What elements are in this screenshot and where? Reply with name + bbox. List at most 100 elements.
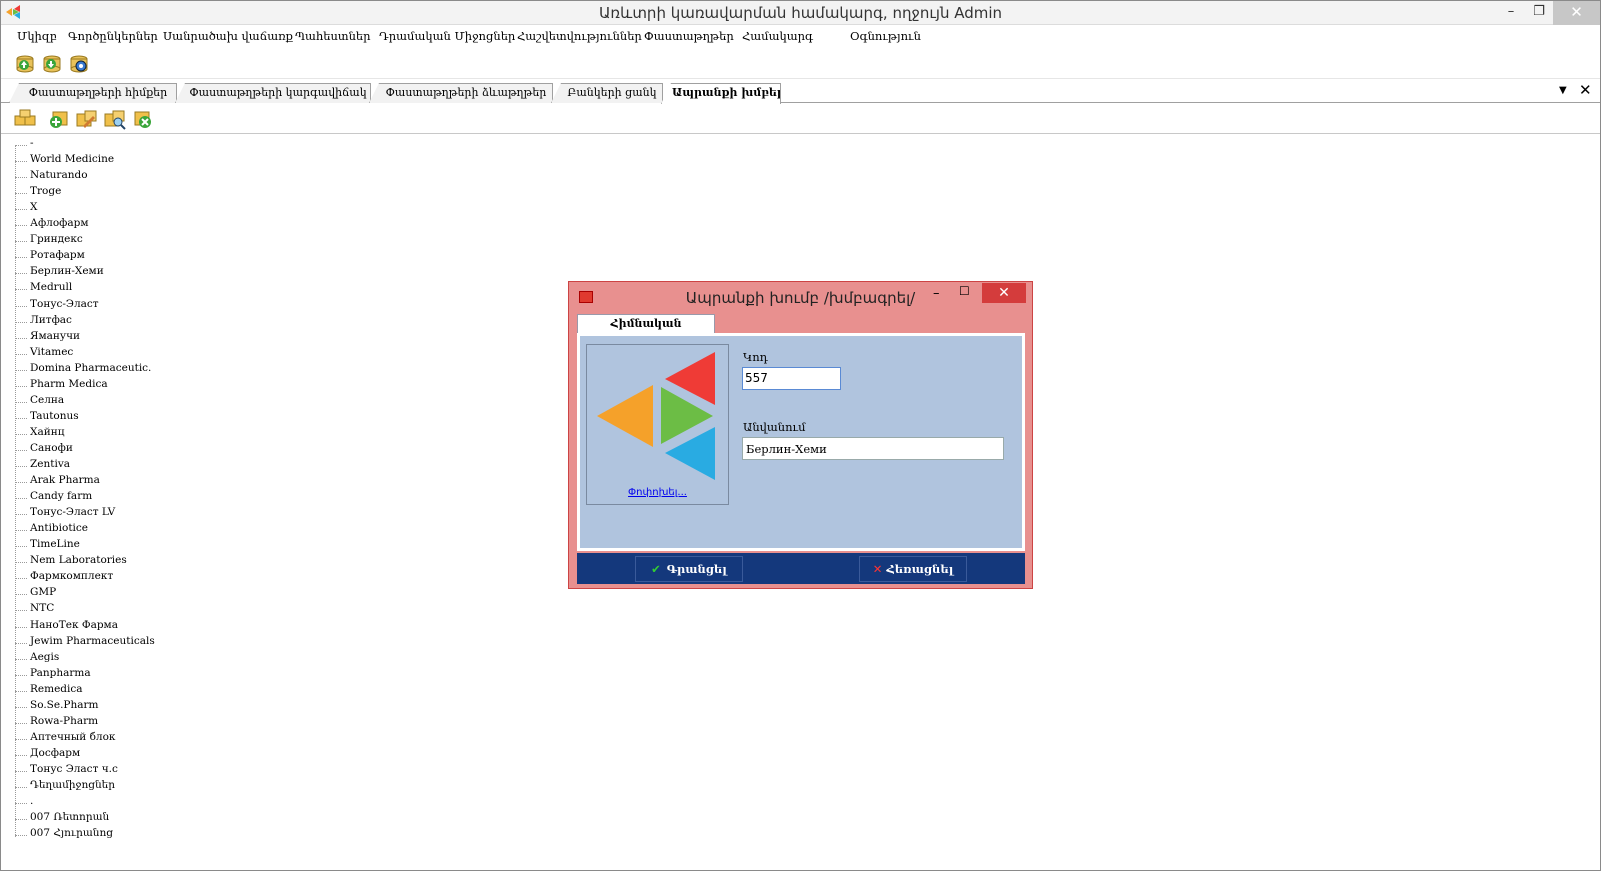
dialog-minimize-button[interactable]: – — [933, 286, 940, 301]
tree-connector — [15, 835, 27, 837]
tree-item-label: Aegis — [30, 650, 60, 663]
dialog-panel: Փոփոխել... Կոդ 557 Անվանում Берлин-Хеми — [577, 333, 1025, 551]
tab-document-bases[interactable]: Փաստաթղթերի հիմքեր — [9, 83, 177, 103]
menu-bar: Մկիզբ Գործընկերներ Սանրածախ վաճառք Պահես… — [1, 25, 1600, 47]
tree-connector — [15, 594, 27, 596]
name-label: Անվանում — [743, 420, 806, 434]
tree-item-label: Vitamec — [30, 345, 74, 358]
tree-connector — [15, 353, 27, 355]
tree-connector — [15, 241, 27, 243]
app-window: Առևտրի կառավարման համակարգ, ողջույն Admi… — [0, 0, 1601, 871]
close-button[interactable]: ✕ — [1553, 1, 1600, 25]
tab-dropdown-icon[interactable]: ▼ — [1559, 85, 1567, 96]
tree-connector — [15, 273, 27, 275]
tree-item-label: Санофи — [30, 441, 73, 454]
tree-item-label: Фармкомплект — [30, 570, 114, 583]
tree-connector — [15, 161, 27, 163]
group-toolbar — [1, 104, 1600, 134]
dialog-maximize-button[interactable]: ☐ — [959, 284, 970, 298]
group-logo-image — [597, 352, 715, 480]
tree-item-label: Troge — [30, 185, 62, 198]
tab-product-groups[interactable]: Ապրանքի խմբեր — [661, 83, 781, 104]
dialog-close-button[interactable]: ✕ — [982, 283, 1026, 303]
tree-item-label: Тонус-Эласт LV — [30, 506, 116, 519]
tree-item-label: Jewim Pharmaceuticals — [30, 634, 155, 647]
tree-item-label: 007 Ռետորան — [30, 811, 110, 824]
tree-item-label: Хайнц — [30, 425, 65, 438]
tree-item-label: Naturando — [30, 169, 88, 182]
tree-item-label: Arak Pharma — [30, 474, 100, 487]
tab-bank-list[interactable]: Բանկերի ցանկ — [551, 83, 663, 103]
maximize-button[interactable]: ❐ — [1525, 1, 1553, 25]
tree-connector — [15, 530, 27, 532]
tree-connector — [15, 369, 27, 371]
title-bar: Առևտրի կառավարման համակարգ, ողջույն Admi… — [1, 1, 1600, 25]
name-input[interactable]: Берлин-Хеми — [742, 437, 1004, 460]
menu-reports[interactable]: Հաշվետվություններ — [517, 29, 642, 43]
tree-connector — [15, 674, 27, 676]
tree-item-label: Candy farm — [30, 490, 93, 503]
tab-close-icon[interactable]: ✕ — [1579, 81, 1592, 99]
menu-help[interactable]: Օգնություն — [850, 29, 921, 43]
tree-connector — [15, 546, 27, 548]
search-icon[interactable] — [103, 108, 127, 130]
tree-connector — [15, 177, 27, 179]
menu-start[interactable]: Մկիզբ — [17, 29, 57, 43]
tree-item-label: 007 Հյուրանոց — [30, 827, 114, 840]
tree-connector — [15, 466, 27, 467]
tree-item-label: Селна — [30, 393, 65, 406]
tree-item-label: Zentiva — [30, 458, 71, 470]
tree-item-label: Гриндекс — [30, 233, 83, 246]
code-input[interactable]: 557 — [742, 367, 841, 390]
tree-item-label: Досфарм — [30, 746, 81, 759]
add-icon[interactable] — [47, 108, 71, 130]
edit-icon[interactable] — [75, 108, 99, 130]
delete-icon[interactable] — [131, 108, 155, 130]
cancel-button[interactable]: ✕ Հեռացնել — [859, 556, 967, 582]
tree-connector — [15, 417, 27, 419]
tree-connector — [15, 305, 27, 307]
tab-document-status[interactable]: Փաստաթղթերի կարգավիճակ — [175, 83, 371, 103]
menu-cash[interactable]: Դրամական Միջոցներ — [379, 29, 515, 43]
tree-item-label: NTC — [30, 602, 55, 615]
db-download-icon[interactable] — [41, 52, 63, 74]
tree-connector — [15, 433, 27, 435]
code-label: Կոդ — [743, 350, 768, 364]
tree-item-label: Pharm Medica — [30, 377, 108, 390]
cancel-button-label: Հեռացնել — [886, 562, 954, 576]
tree-connector — [15, 482, 27, 484]
menu-warehouses[interactable]: Պահեստներ — [295, 29, 371, 43]
tree-connector — [15, 578, 27, 580]
menu-documents[interactable]: Փաստաթղթեր — [644, 29, 734, 43]
tree-item-label: - — [30, 137, 34, 149]
change-image-link[interactable]: Փոփոխել... — [587, 487, 728, 498]
tree-item-label: Antibiotice — [30, 522, 88, 535]
tree-connector — [15, 819, 27, 821]
tree-item-label: GMP — [30, 586, 57, 599]
tree-item-label: . — [30, 795, 34, 808]
menu-system[interactable]: Համակարգ — [742, 29, 813, 43]
tree-item-label: X — [30, 201, 38, 214]
tree-connector — [15, 193, 27, 195]
tree-connector — [15, 209, 27, 211]
tree-connector — [15, 498, 27, 500]
checkmark-icon: ✔ — [651, 562, 661, 576]
group-image-box: Փոփոխել... — [586, 344, 729, 505]
tab-strip: Փաստաթղթերի հիմքեր Փաստաթղթերի կարգավիճա… — [1, 81, 1600, 104]
menu-retail[interactable]: Սանրածախ վաճառք — [163, 29, 293, 43]
boxes-icon[interactable] — [13, 108, 37, 130]
tab-main-data[interactable]: Հիմնական տվյալներ — [577, 314, 715, 348]
main-toolbar — [1, 47, 1600, 79]
tree-connector — [15, 449, 27, 451]
minimize-button[interactable]: – — [1497, 1, 1525, 25]
db-settings-icon[interactable] — [68, 52, 90, 74]
save-button[interactable]: ✔ Գրանցել — [635, 556, 743, 582]
tab-document-forms[interactable]: Փաստաթղթերի ձևաթղթեր — [369, 83, 553, 103]
tree-guide-line — [15, 145, 16, 838]
tree-item-label: TimeLine — [30, 538, 80, 551]
tree-item-label: Nem Laboratories — [30, 554, 127, 567]
db-upload-icon[interactable] — [14, 52, 36, 74]
tree-item-label: Ротафарм — [30, 249, 85, 262]
menu-partners[interactable]: Գործընկերներ — [68, 29, 158, 43]
tree-item-label: Берлин-Хеми — [30, 265, 104, 278]
